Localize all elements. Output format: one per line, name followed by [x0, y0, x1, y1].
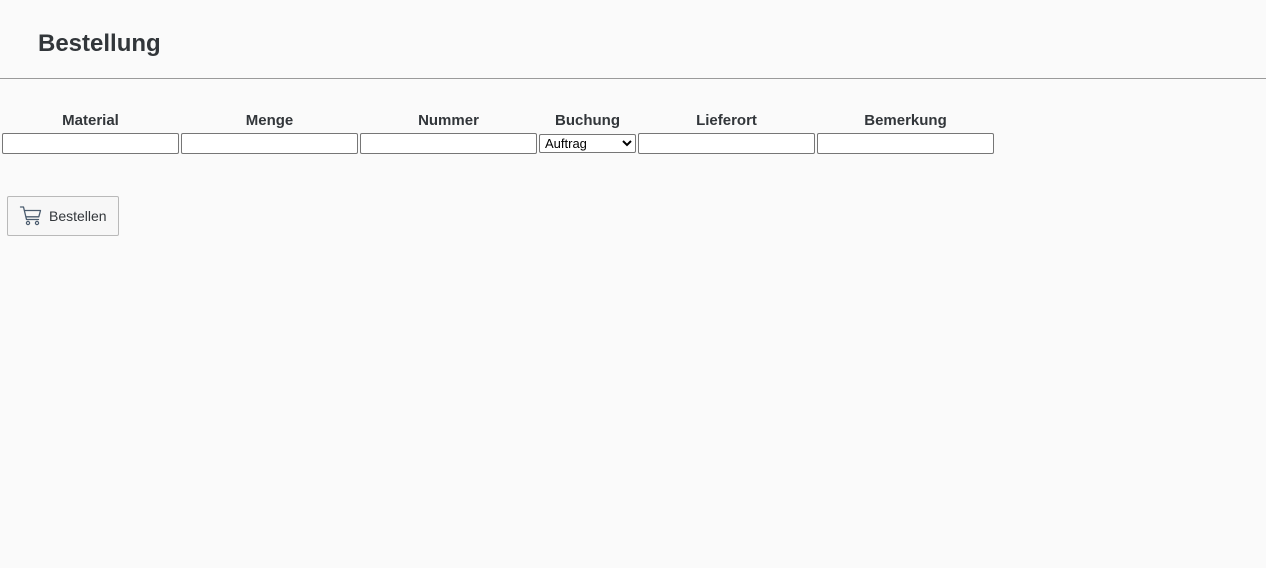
buchung-select[interactable]: Auftrag: [539, 134, 636, 153]
lieferort-cell: [638, 133, 815, 154]
material-input[interactable]: [2, 133, 179, 154]
menge-input[interactable]: [181, 133, 358, 154]
input-row: Auftrag: [2, 133, 994, 154]
header: Bestellung: [0, 0, 1266, 79]
order-button-label: Bestellen: [49, 208, 107, 224]
bemerkung-input[interactable]: [817, 133, 994, 154]
buchung-cell: Auftrag: [539, 133, 636, 154]
header-row: Material Menge Nummer Buchung Lieferort …: [2, 109, 994, 131]
column-header-menge: Menge: [245, 112, 294, 129]
nummer-cell: [360, 133, 537, 154]
lieferort-input[interactable]: [638, 133, 815, 154]
column-header-nummer: Nummer: [418, 112, 479, 129]
column-header-bemerkung: Bemerkung: [864, 112, 947, 129]
cart-icon: [19, 205, 43, 227]
column-header-material: Material: [62, 112, 119, 129]
nummer-input[interactable]: [360, 133, 537, 154]
order-button[interactable]: Bestellen: [7, 196, 119, 236]
page: Bestellung Material Menge Nummer Buchung…: [0, 0, 1266, 568]
page-title: Bestellung: [38, 30, 161, 57]
bemerkung-cell: [817, 133, 994, 154]
column-header-buchung: Buchung: [555, 112, 620, 129]
column-header-lieferort: Lieferort: [696, 112, 757, 129]
material-cell: [2, 133, 179, 154]
order-form-table: Material Menge Nummer Buchung Lieferort …: [0, 107, 996, 156]
menge-cell: [181, 133, 358, 154]
